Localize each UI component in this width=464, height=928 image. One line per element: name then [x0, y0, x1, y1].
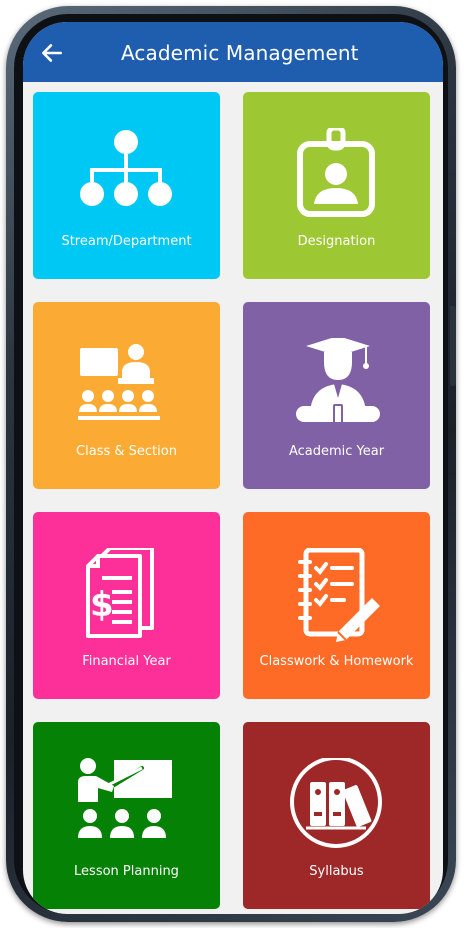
tile-label: Classwork & Homework [259, 654, 414, 669]
hierarchy-icon [80, 130, 172, 206]
graduate-icon [296, 338, 380, 424]
tile-designation[interactable]: Designation [243, 92, 430, 279]
tile-label: Financial Year [82, 654, 171, 669]
svg-text:$: $ [90, 585, 114, 625]
classroom-icon [78, 344, 160, 420]
books-icon [290, 758, 382, 848]
tile-label: Academic Year [288, 444, 385, 459]
tile-label: Lesson Planning [74, 864, 179, 879]
teacher-board-icon [78, 758, 172, 838]
tile-label: Class & Section [76, 444, 177, 459]
tile-label: Designation [297, 234, 376, 249]
tile-classwork-homework[interactable]: Classwork & Homework [243, 512, 430, 699]
tile-syllabus[interactable]: Syllabus [243, 722, 430, 909]
module-grid: Stream/Department Designation Class & Se… [23, 82, 443, 914]
tile-financial-year[interactable]: $ Financial Year [33, 512, 220, 699]
page-title: Academic Management [121, 41, 359, 65]
arrow-left-icon[interactable] [39, 40, 65, 66]
tile-stream-department[interactable]: Stream/Department [33, 92, 220, 279]
app-screen: Academic Management Stream/Department De… [23, 22, 443, 914]
tile-label: Stream/Department [61, 234, 192, 249]
tile-label: Syllabus [309, 864, 364, 879]
tile-class-section[interactable]: Class & Section [33, 302, 220, 489]
checklist-notebook-icon [298, 548, 380, 642]
tile-academic-year[interactable]: Academic Year [243, 302, 430, 489]
invoice-dollar-icon: $ [86, 548, 154, 638]
id-badge-icon [297, 128, 375, 217]
tile-lesson-planning[interactable]: Lesson Planning [33, 722, 220, 909]
side-button [450, 306, 456, 386]
app-bar: Academic Management [23, 22, 443, 82]
